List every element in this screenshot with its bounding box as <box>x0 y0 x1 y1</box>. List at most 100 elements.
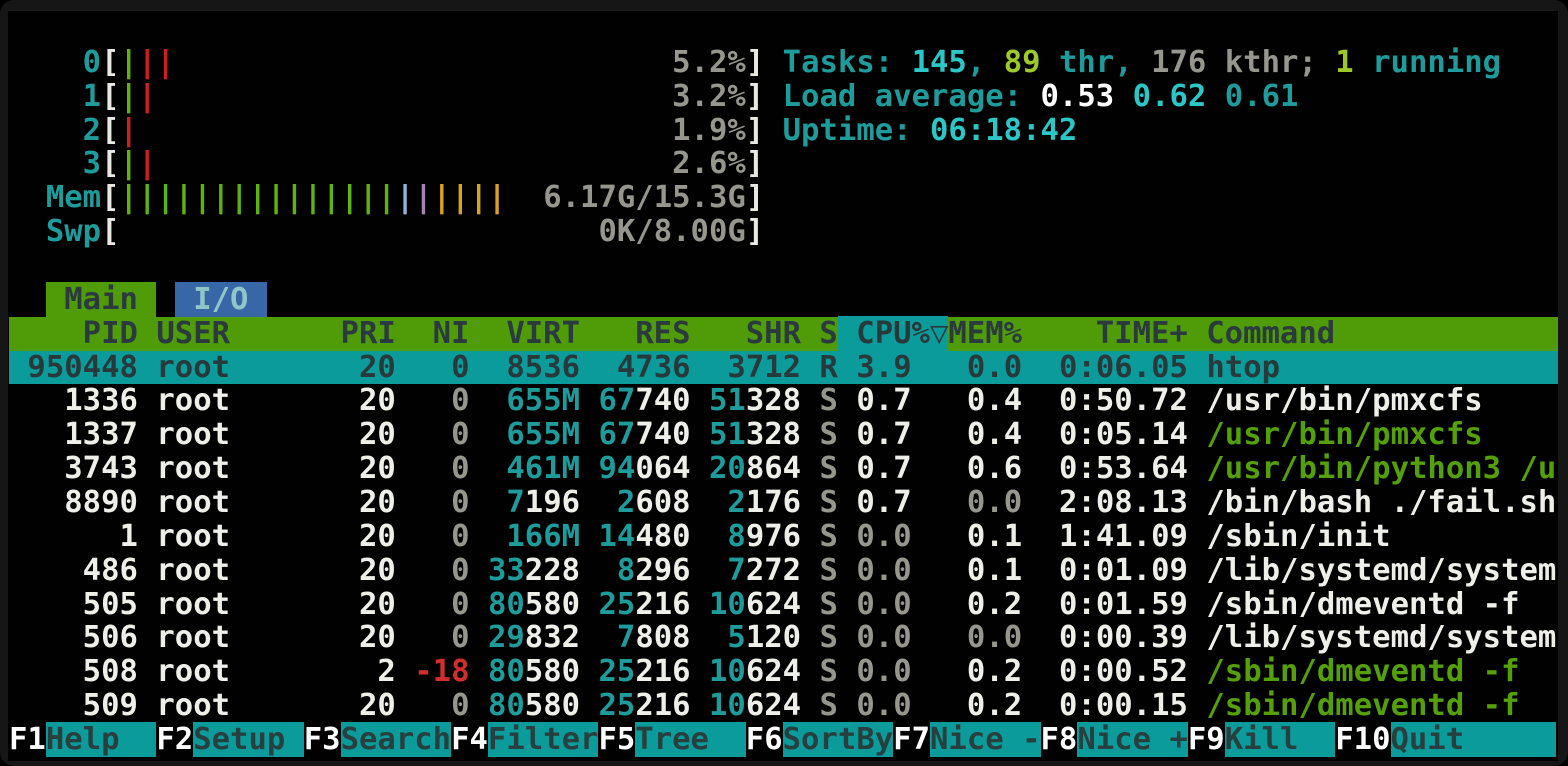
value-segment: 624 <box>746 587 801 622</box>
fn-f6-sortby[interactable]: SortBy <box>783 722 894 757</box>
fn-f7-nice[interactable]: Nice - <box>930 722 1041 757</box>
pri-cell: 20 <box>341 485 396 520</box>
process-row-1337[interactable]: 1337 root 20 0 655M 67740 51328 S 0.7 0.… <box>9 418 1558 452</box>
process-row-508[interactable]: 508 root 2 -18 80580 25216 10624 S 0.0 0… <box>9 655 1558 689</box>
process-row-1[interactable]: 1 root 20 0 166M 14480 8976 S 0.0 0.1 1:… <box>9 520 1558 554</box>
field-pad <box>691 688 709 723</box>
gap <box>801 519 819 554</box>
state-cell: S <box>820 620 838 655</box>
uptime-summary-segment: Uptime: <box>783 113 930 148</box>
pid-cell: 486 <box>9 553 156 588</box>
gap <box>912 587 949 622</box>
gap <box>1188 553 1206 588</box>
fn-f1-help[interactable]: Help <box>46 722 157 757</box>
load-average-summary-segment: 0.61 <box>1225 79 1299 114</box>
mem-pct-cell: 0.1 <box>948 553 1022 588</box>
table-header-columns[interactable]: PID USER PRI NI VIRT RES SHR S <box>9 316 838 351</box>
mem-pct-cell: 0.4 <box>948 417 1022 452</box>
fn-f3-search[interactable]: Search <box>341 722 452 757</box>
fn-f2-setup-key[interactable]: F2 <box>156 722 193 757</box>
fn-f6-sortby-key[interactable]: F6 <box>746 722 783 757</box>
meter-fill <box>506 180 543 215</box>
field-pad <box>691 383 709 418</box>
fn-f3-search-key[interactable]: F3 <box>304 722 341 757</box>
nice-cell: 0 <box>396 350 470 385</box>
command-cell: /usr/bin/pmxcfs <box>1206 417 1482 452</box>
field-pad <box>580 485 617 520</box>
gap <box>801 350 819 385</box>
process-row-950448[interactable]: 950448 root 20 0 8536 4736 3712 R 3.9 0.… <box>9 351 1558 385</box>
fn-f1-help-key[interactable]: F1 <box>9 722 46 757</box>
process-row-3743[interactable]: 3743 root 20 0 461M 94064 20864 S 0.7 0.… <box>9 452 1558 486</box>
fn-f10-quit-key[interactable]: F10 <box>1335 722 1390 757</box>
cpu3-meter: 3[|| 2.6%] <box>9 147 1558 181</box>
time-cell: 0:50.72 <box>1022 383 1188 418</box>
field-pad <box>580 519 598 554</box>
mem-pct-cell: 0.0 <box>948 485 1022 520</box>
fn-f5-tree-key[interactable]: F5 <box>598 722 635 757</box>
process-row-505[interactable]: 505 root 20 0 80580 25216 10624 S 0.0 0.… <box>9 588 1558 622</box>
cpu0-meter: 0[||| 5.2%] Tasks: 145, 89 thr, 176 kthr… <box>9 46 1558 80</box>
meter-bar-green: ||||||||||||||| <box>120 180 396 215</box>
meter-open-bracket: [ <box>101 79 119 114</box>
fn-f2-setup[interactable]: Setup <box>193 722 304 757</box>
meter-close-bracket: ] <box>746 214 764 249</box>
field-pad <box>691 620 728 655</box>
value-segment: 624 <box>746 688 801 723</box>
meter-bar-magenta: | <box>414 180 432 215</box>
meter-fill <box>138 113 672 148</box>
table-header[interactable]: PID USER PRI NI VIRT RES SHR S CPU%▽MEM%… <box>9 317 1558 351</box>
tasks-summary-segment: 176 kthr <box>1151 45 1298 80</box>
process-row-8890[interactable]: 8890 root 20 0 7196 2608 2176 S 0.7 0.0 … <box>9 486 1558 520</box>
pid-cell: 1336 <box>9 383 156 418</box>
gap <box>801 553 819 588</box>
value-segment: 740 <box>635 383 690 418</box>
field-pad <box>470 350 507 385</box>
time-cell: 0:00.52 <box>1022 654 1188 689</box>
process-row-509[interactable]: 509 root 20 0 80580 25216 10624 S 0.0 0.… <box>9 689 1558 723</box>
gap <box>801 688 819 723</box>
value-segment: 580 <box>525 688 580 723</box>
terminal-grid: 0[||| 5.2%] Tasks: 145, 89 thr, 176 kthr… <box>9 12 1558 761</box>
cpu-pct-cell: 0.0 <box>838 620 912 655</box>
gap <box>912 620 949 655</box>
value-segment: 51 <box>709 417 746 452</box>
value-segment: 580 <box>525 654 580 689</box>
value-segment: 5 <box>727 620 745 655</box>
gap <box>912 383 949 418</box>
gap <box>801 620 819 655</box>
terminal-window: 0[||| 5.2%] Tasks: 145, 89 thr, 176 kthr… <box>0 0 1568 766</box>
fn-f7-nice-key[interactable]: F7 <box>893 722 930 757</box>
process-row-486[interactable]: 486 root 20 0 33228 8296 7272 S 0.0 0.1 … <box>9 554 1558 588</box>
meter-open-bracket: [ <box>101 146 119 181</box>
table-header-columns[interactable]: MEM% TIME+ Command <box>948 316 1335 351</box>
cpu-pct-cell: 0.7 <box>838 383 912 418</box>
pri-cell: 20 <box>341 553 396 588</box>
fn-f10-quit[interactable]: Quit <box>1391 722 1502 757</box>
field-pad <box>580 654 598 689</box>
field-pad <box>580 451 598 486</box>
value-segment: 7 <box>617 620 635 655</box>
fn-f8-nice[interactable]: Nice + <box>1077 722 1188 757</box>
process-row-1336[interactable]: 1336 root 20 0 655M 67740 51328 S 0.7 0.… <box>9 384 1558 418</box>
mem-pct-cell: 0.2 <box>948 654 1022 689</box>
value-segment: 10 <box>709 688 746 723</box>
blank-row <box>9 249 1558 283</box>
sort-column-cpu[interactable]: CPU%▽ <box>838 316 949 351</box>
fn-f4-filter-key[interactable]: F4 <box>451 722 488 757</box>
fn-f5-tree[interactable]: Tree <box>635 722 746 757</box>
tab-io[interactable]: I/O <box>175 282 267 317</box>
cpu2-meter-value: 1.9% <box>672 113 746 148</box>
process-row-506[interactable]: 506 root 20 0 29832 7808 5120 S 0.0 0.0 … <box>9 621 1558 655</box>
fn-f4-filter[interactable]: Filter <box>488 722 599 757</box>
fn-f9-kill[interactable]: Kill <box>1225 722 1336 757</box>
tab-main[interactable]: Main <box>46 282 157 317</box>
fn-f9-kill-key[interactable]: F9 <box>1188 722 1225 757</box>
fn-f8-nice-key[interactable]: F8 <box>1041 722 1078 757</box>
mem-pct-cell: 0.1 <box>948 519 1022 554</box>
time-cell: 0:05.14 <box>1022 417 1188 452</box>
value-segment: 228 <box>525 553 580 588</box>
gap <box>801 654 819 689</box>
value-segment: 176 <box>746 485 801 520</box>
field-pad <box>470 485 507 520</box>
